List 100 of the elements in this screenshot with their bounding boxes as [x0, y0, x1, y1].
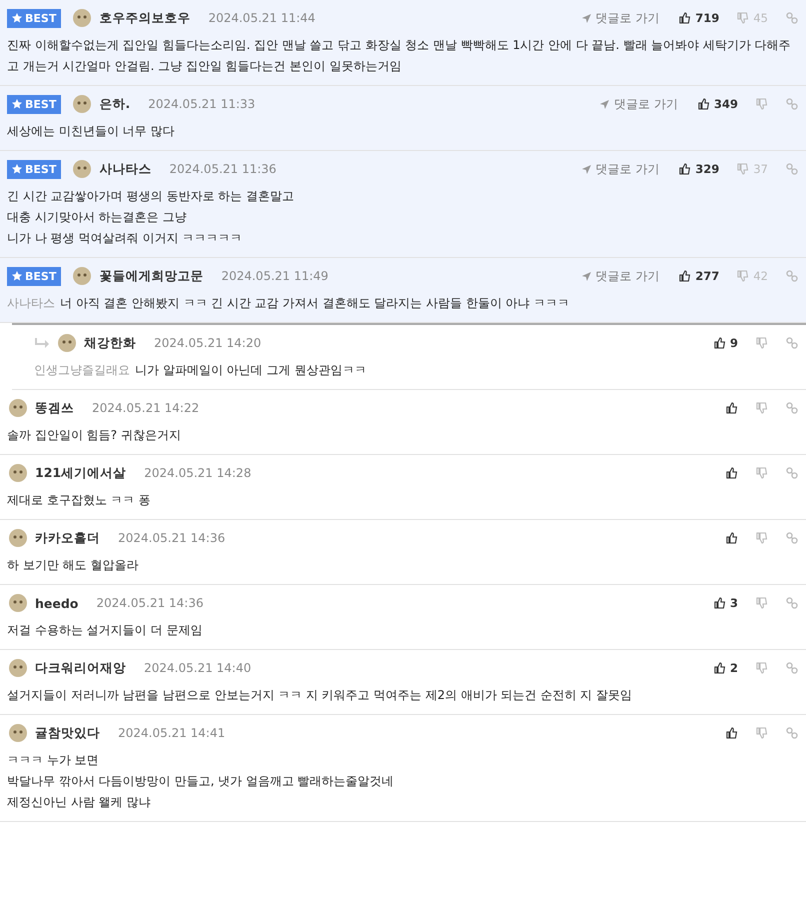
- like-button[interactable]: 329: [673, 162, 726, 176]
- thumbs-down-icon: [756, 402, 768, 414]
- link-icon[interactable]: [786, 12, 798, 24]
- like-button[interactable]: 9: [708, 336, 744, 350]
- best-badge: BEST: [7, 266, 62, 286]
- link-icon[interactable]: [786, 597, 798, 609]
- avatar-icon: [7, 592, 29, 614]
- comment-text: 진짜 이해할수없는게 집안일 힘들다는소리임. 집안 맨날 쓸고 닦고 화장실 청소 맨날 빡빡해도 1시간 안에 다 끝남. 빨래 늘어봐야 세탁기가 다해주고 개는거 시간얼마 안걸림. 그냥 집안일 힘들다는건 본인이 일못하는거임: [7, 37, 792, 75]
- comment-text: 인생그냥즐길래요 니가 알파메일이 아닌데 그게 뭔상관임ㅋㅋ: [34, 362, 368, 379]
- comment-text: 세상에는 미친년들이 너무 많다: [7, 123, 176, 140]
- goto-reply-link[interactable]: 댓글로 가기: [599, 96, 678, 112]
- goto-reply-link[interactable]: 댓글로 가기: [580, 10, 660, 26]
- avatar-icon: [56, 332, 78, 354]
- avatar-icon: [7, 462, 29, 484]
- comment-text: 설거지들이 저러니까 남편을 남편으로 안보는거지 ㅋㅋ 지 키워주고 먹여주는 제2의 애비가 되는건 순전히 지 잘못임: [7, 687, 634, 704]
- comment-date: 2024.05.21 11:33: [148, 97, 256, 111]
- nickname[interactable]: 카카오홀더: [35, 530, 100, 546]
- goto-reply-link[interactable]: 댓글로 가기: [580, 268, 660, 284]
- nickname[interactable]: 꽃들에게희망고문: [99, 268, 204, 284]
- thumbs-up-icon: [726, 532, 738, 544]
- nickname[interactable]: 다크워리어재앙: [35, 660, 126, 676]
- nickname[interactable]: 호우주의보호우: [99, 10, 190, 26]
- reply-arrow-icon: [34, 337, 50, 349]
- best-badge: BEST: [7, 8, 62, 28]
- comment-text: 긴 시간 교감쌓아가며 평생의 동반자로 하는 결혼말고: [7, 188, 295, 205]
- nickname[interactable]: 121세기에서살: [35, 464, 126, 482]
- link-icon[interactable]: [786, 337, 798, 349]
- comment-text: ㅋㅋㅋ 누가 보면: [7, 752, 100, 769]
- avatar-icon: [7, 527, 29, 549]
- thumbs-down-icon: [756, 467, 768, 479]
- thumbs-down-icon: [756, 727, 768, 739]
- comment-date: 2024.05.21 14:28: [144, 466, 252, 480]
- comment-text: 대충 시기맞아서 하는결혼은 그냥: [7, 209, 188, 226]
- like-button[interactable]: 349: [692, 97, 744, 111]
- avatar-icon: [7, 657, 29, 679]
- send-icon: [599, 98, 610, 110]
- link-icon[interactable]: [786, 662, 798, 674]
- thumbs-up-icon: [679, 12, 692, 24]
- comment-text: 니가 나 평생 먹여살려줘 이거지 ㅋㅋㅋㅋㅋ: [7, 230, 244, 247]
- thumbs-down-icon: [756, 532, 768, 544]
- send-icon: [580, 12, 592, 24]
- goto-reply-link[interactable]: 댓글로 가기: [580, 160, 660, 178]
- comment-text: 박달나무 깎아서 다듬이방망이 만들고, 냇가 얼음깨고 빨래하는줄알것네: [7, 773, 395, 790]
- best-badge: BEST: [7, 160, 62, 178]
- nickname[interactable]: 채강한화: [84, 334, 136, 352]
- thumbs-down-icon: [737, 12, 750, 24]
- avatar-icon: [71, 158, 94, 180]
- thumbs-up-icon: [714, 597, 726, 609]
- nickname[interactable]: 똥겜쓰: [35, 400, 74, 416]
- nickname[interactable]: 사나타스: [99, 160, 152, 178]
- best-badge: BEST: [7, 94, 62, 114]
- thumbs-down-icon: [756, 98, 768, 110]
- avatar-icon: [71, 93, 94, 115]
- link-icon[interactable]: [786, 163, 798, 175]
- thumbs-up-icon: [726, 402, 738, 414]
- thumbs-up-icon: [726, 467, 738, 479]
- comment-text: 저걸 수용하는 설거지들이 더 문제임: [7, 622, 204, 639]
- thumbs-down-icon: [737, 270, 750, 282]
- like-button[interactable]: 2: [708, 661, 744, 675]
- comment-date: 2024.05.21 11:36: [169, 162, 276, 176]
- thumbs-up-icon: [714, 337, 726, 349]
- thumbs-up-icon: [714, 662, 726, 674]
- comment-date: 2024.05.21 14:22: [92, 401, 200, 415]
- comment-text: 솔까 집안일이 힘듬? 귀찮은거지: [7, 427, 182, 444]
- thumbs-up-icon: [679, 270, 692, 282]
- avatar-icon: [7, 397, 29, 419]
- comment-text: 사나타스 너 아직 결혼 안해봤지 ㅋㅋ 긴 시간 교감 가져서 결혼해도 달라지는 사람들 한둘이 아냐 ㅋㅋㅋ: [7, 295, 570, 312]
- comment-date: 2024.05.21 14:20: [154, 336, 262, 350]
- nickname[interactable]: 은하.: [99, 96, 130, 112]
- thumbs-down-icon: [756, 337, 768, 349]
- link-icon[interactable]: [786, 727, 798, 739]
- avatar-icon: [7, 722, 29, 744]
- send-icon: [580, 164, 592, 174]
- comment-date: 2024.05.21 14:41: [118, 726, 226, 740]
- thumbs-up-icon: [679, 163, 692, 175]
- nickname[interactable]: 귤참맛있다: [35, 724, 100, 742]
- link-icon[interactable]: [786, 532, 798, 544]
- comment-date: 2024.05.21 14:36: [96, 596, 204, 610]
- like-button[interactable]: 3: [708, 596, 744, 610]
- link-icon[interactable]: [786, 402, 798, 414]
- comment-text: 제정신아닌 사람 왤케 많냐: [7, 794, 152, 811]
- thumbs-up-icon: [698, 98, 710, 110]
- comment-date: 2024.05.21 11:44: [208, 11, 316, 25]
- thumbs-down-icon: [756, 662, 768, 674]
- avatar-icon: [71, 7, 94, 29]
- link-icon[interactable]: [786, 467, 798, 479]
- like-button[interactable]: 277: [673, 269, 726, 283]
- like-button[interactable]: 719: [673, 11, 726, 25]
- thumbs-up-icon: [726, 727, 738, 739]
- link-icon[interactable]: [786, 98, 798, 110]
- thumbs-down-icon: [756, 597, 768, 609]
- nickname[interactable]: heedo: [35, 596, 78, 610]
- comment-date: 2024.05.21 14:36: [118, 531, 226, 545]
- comment-text: 제대로 호구잡혔노 ㅋㅋ 퐁: [7, 492, 152, 509]
- link-icon[interactable]: [786, 270, 798, 282]
- comment-text: 하 보기만 해도 혈압올라: [7, 557, 140, 574]
- comment-date: 2024.05.21 14:40: [144, 661, 252, 675]
- thumbs-down-icon: [737, 163, 750, 175]
- send-icon: [580, 270, 592, 282]
- comment-date: 2024.05.21 11:49: [221, 269, 328, 283]
